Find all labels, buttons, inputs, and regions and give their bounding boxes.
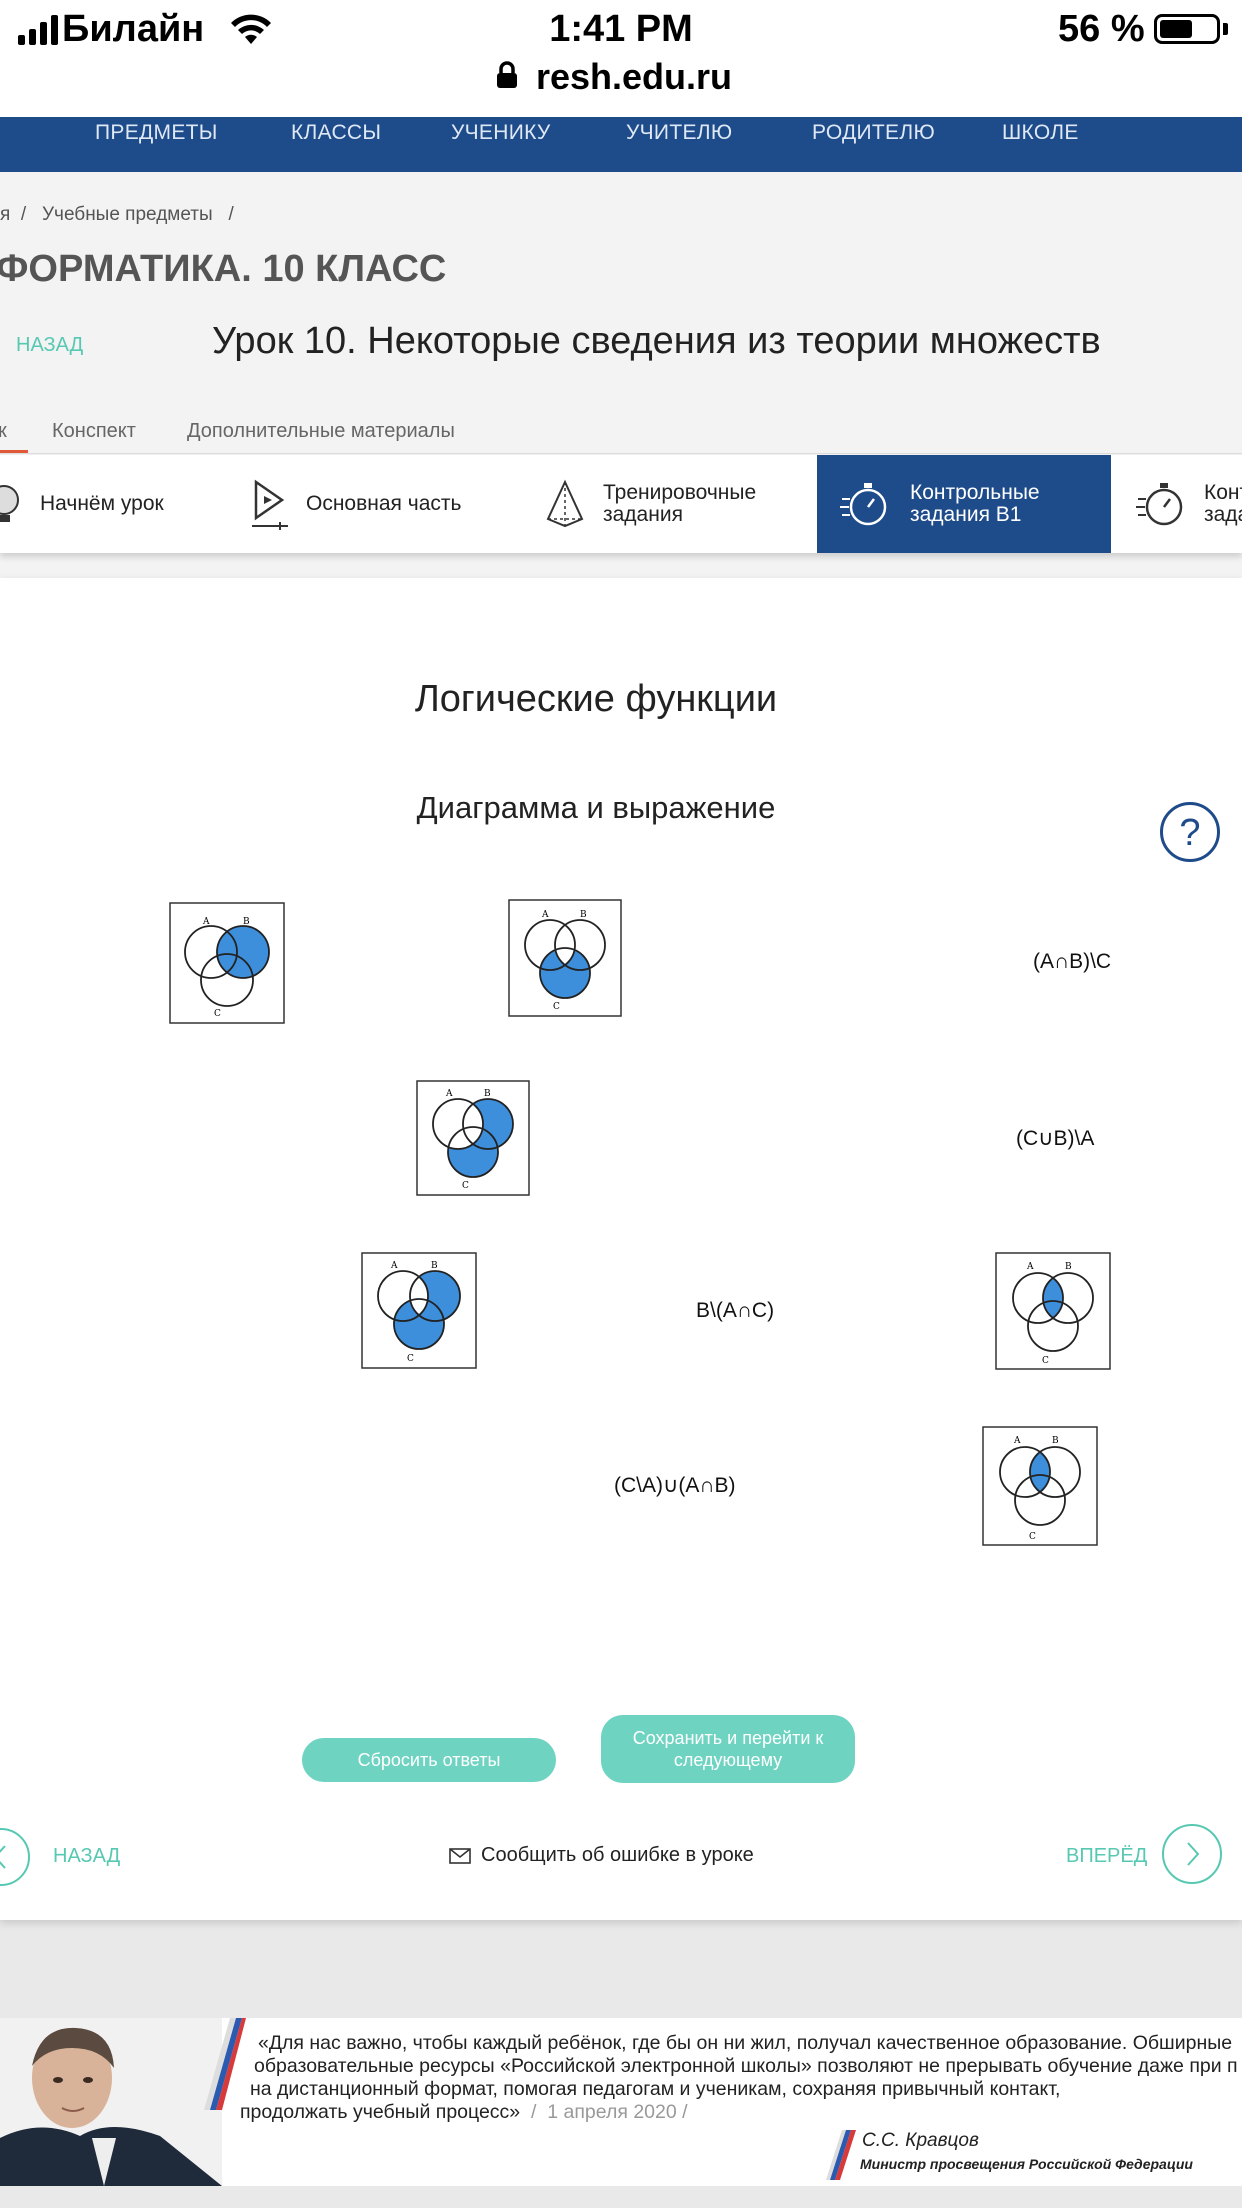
- lightbulb-icon: [0, 485, 19, 522]
- svg-text:B: B: [1052, 1436, 1059, 1446]
- venn-diagram-3[interactable]: A B C: [416, 1080, 530, 1196]
- tab-summary[interactable]: Конспект: [52, 420, 136, 443]
- step-control-next[interactable]: Конт зада: [1136, 455, 1242, 553]
- step-start[interactable]: Начнём урок: [0, 455, 164, 553]
- save-next-button[interactable]: Сохранить и перейти к следующему: [601, 1715, 855, 1783]
- expression-card-3[interactable]: B\(A∩C): [696, 1299, 774, 1323]
- battery-percent: 56 %: [1058, 8, 1145, 50]
- nav-classes[interactable]: КЛАССЫ: [291, 117, 381, 174]
- venn-diagram-5[interactable]: A B C: [995, 1252, 1111, 1370]
- step-next-label: Конт зада: [1204, 481, 1242, 526]
- svg-text:A: A: [390, 1261, 398, 1271]
- status-time: 1:41 PM: [549, 8, 693, 50]
- chevron-left-icon: [0, 1845, 6, 1869]
- report-error-link[interactable]: Сообщить об ошибке в уроке: [449, 1844, 754, 1867]
- flag-stripes-icon: [204, 2018, 246, 2110]
- breadcrumb: я / Учебные предметы /: [0, 204, 234, 225]
- svg-text:A: A: [445, 1089, 453, 1099]
- nav-parent[interactable]: РОДИТЕЛЮ: [812, 117, 935, 174]
- svg-text:C: C: [407, 1354, 414, 1364]
- tab-lesson[interactable]: к: [0, 420, 7, 443]
- tab-extra-materials[interactable]: Дополнительные материалы: [187, 420, 455, 443]
- nav-teacher[interactable]: УЧИТЕЛЮ: [626, 117, 732, 174]
- svg-text:C: C: [214, 1009, 221, 1019]
- chevron-right-icon: [1187, 1842, 1200, 1866]
- battery-icon: [1154, 14, 1220, 44]
- reset-answers-button[interactable]: Сбросить ответы: [302, 1738, 556, 1782]
- step-training-label: Тренировочные задания: [603, 481, 757, 526]
- stopwatch-icon: [840, 483, 887, 526]
- quote-date: 1 апреля 2020: [547, 2101, 677, 2123]
- svg-text:B: B: [484, 1089, 491, 1099]
- stopwatch-icon-2: [1136, 483, 1183, 526]
- venn-diagram-6[interactable]: A B C: [982, 1426, 1098, 1546]
- svg-text:B: B: [243, 917, 250, 927]
- nav-student[interactable]: УЧЕНИКУ: [451, 117, 551, 174]
- svg-text:C: C: [553, 1002, 560, 1012]
- pyramid-icon: [546, 479, 584, 528]
- svg-text:B: B: [431, 1261, 438, 1271]
- expression-card-4[interactable]: (C\A)∪(A∩B): [614, 1473, 735, 1498]
- back-link[interactable]: НАЗАД: [53, 1845, 120, 1868]
- venn-diagram-4[interactable]: A B C: [361, 1252, 477, 1369]
- play-icon: [252, 479, 288, 530]
- venn-diagram-1[interactable]: A B C: [169, 902, 285, 1024]
- quote-author: С.С. Кравцов: [862, 2130, 979, 2151]
- quote-text: «Для нас важно, чтобы каждый ребёнок, гд…: [240, 2032, 1238, 2123]
- address-bar-url[interactable]: resh.edu.ru: [0, 56, 1242, 98]
- step-training[interactable]: Тренировочные задания: [545, 455, 756, 553]
- help-button[interactable]: ?: [1160, 802, 1220, 862]
- mail-icon: [449, 1847, 471, 1864]
- breadcrumb-subjects[interactable]: Учебные предметы: [42, 204, 213, 225]
- quote-author-title: Министр просвещения Российской Федерации: [860, 2156, 1193, 2172]
- flag-stripes-small-icon: [826, 2130, 856, 2180]
- nav-subjects[interactable]: ПРЕДМЕТЫ: [95, 117, 218, 174]
- nav-school[interactable]: ШКОЛЕ: [1002, 117, 1079, 174]
- course-title: ФОРМАТИКА. 10 КЛАСС: [0, 248, 447, 290]
- report-error-label: Сообщить об ошибке в уроке: [481, 1844, 754, 1866]
- page-title: Урок 10. Некоторые сведения из теории мн…: [212, 320, 1101, 362]
- svg-text:C: C: [1042, 1356, 1049, 1366]
- breadcrumb-home[interactable]: я: [0, 204, 10, 225]
- svg-text:C: C: [462, 1181, 469, 1191]
- forward-link[interactable]: ВПЕРЁД: [1066, 1845, 1147, 1868]
- battery-tip: [1223, 23, 1228, 35]
- svg-text:C: C: [1029, 1532, 1036, 1542]
- svg-text:A: A: [1026, 1262, 1034, 1272]
- task-subtitle: Диаграмма и выражение: [416, 790, 776, 825]
- svg-text:A: A: [202, 917, 210, 927]
- svg-text:A: A: [1013, 1436, 1021, 1446]
- step-control-label: Контрольные задания B1: [910, 481, 1040, 526]
- svg-text:A: A: [541, 910, 549, 920]
- expression-card-1[interactable]: (A∩B)\C: [1033, 950, 1111, 974]
- task-title: Логические функции: [414, 678, 778, 720]
- step-start-label: Начнём урок: [40, 492, 164, 515]
- step-main-label: Основная часть: [306, 492, 462, 515]
- step-control-b1[interactable]: Контрольные задания B1: [840, 455, 1040, 553]
- svg-text:B: B: [580, 910, 587, 920]
- back-link-top[interactable]: НАЗАД: [16, 334, 83, 357]
- tab-divider: [0, 453, 1242, 454]
- svg-text:B: B: [1065, 1262, 1072, 1272]
- forward-circle-button[interactable]: [1162, 1824, 1222, 1884]
- venn-diagram-2[interactable]: A B C: [508, 899, 622, 1017]
- step-main[interactable]: Основная часть: [250, 455, 461, 553]
- expression-card-2[interactable]: (C∪B)\A: [1016, 1126, 1094, 1151]
- minister-photo: [0, 2018, 222, 2186]
